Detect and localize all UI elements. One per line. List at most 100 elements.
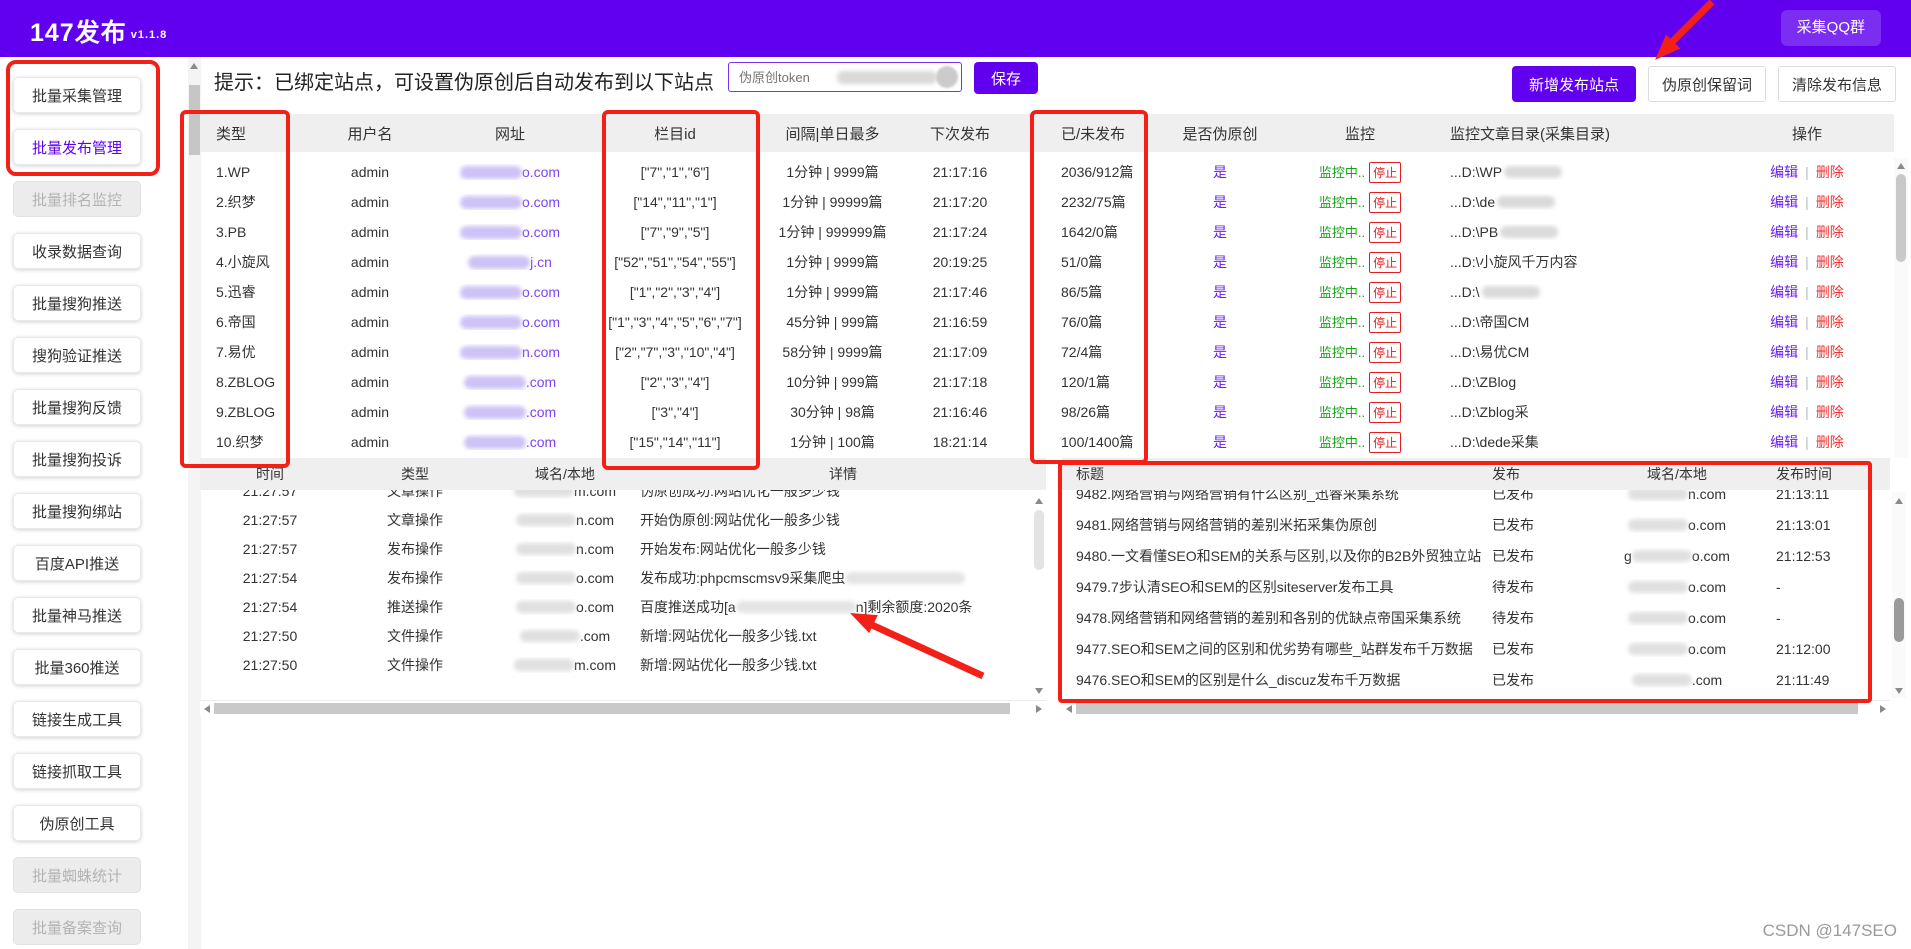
scroll-up-icon[interactable] xyxy=(1035,498,1043,504)
sidebar-item-0[interactable]: 批量采集管理 xyxy=(13,77,141,113)
site-pseudo-flag: 是 xyxy=(1213,434,1227,450)
scroll-up-icon[interactable] xyxy=(1895,498,1903,504)
redacted-url-blur xyxy=(459,226,522,239)
stop-button[interactable]: 停止 xyxy=(1369,251,1402,273)
log-row: 21:27:50 文件操作 m.com 新增:网站优化一般多少钱.txt xyxy=(200,650,1032,679)
edit-link[interactable]: 编辑 xyxy=(1770,254,1798,270)
article-panel-scrollbar[interactable] xyxy=(1892,492,1906,698)
scroll-down-icon[interactable] xyxy=(1035,688,1043,694)
edit-link[interactable]: 编辑 xyxy=(1770,224,1798,240)
log-panel-hscrollbar[interactable] xyxy=(200,700,1046,716)
delete-link[interactable]: 删除 xyxy=(1816,404,1844,420)
site-url: o.com xyxy=(430,224,590,240)
site-url-suffix[interactable]: o.com xyxy=(522,194,560,210)
site-url-suffix[interactable]: o.com xyxy=(522,164,560,180)
stop-button[interactable]: 停止 xyxy=(1369,341,1402,363)
log-detail: 开始伪原创:网站优化一般多少钱 xyxy=(640,510,1032,530)
stop-button[interactable]: 停止 xyxy=(1369,371,1402,393)
site-url-suffix[interactable]: n.com xyxy=(522,344,560,360)
sidebar-item-1[interactable]: 批量发布管理 xyxy=(13,129,141,165)
site-url-suffix[interactable]: o.com xyxy=(522,224,560,240)
sidebar-item-11[interactable]: 批量360推送 xyxy=(13,649,141,685)
site-type: 8.ZBLOG xyxy=(216,374,276,390)
article-title[interactable]: 9481.网络营销与网络营销的差别米拓采集伪原创 xyxy=(1062,515,1482,535)
stop-button[interactable]: 停止 xyxy=(1369,191,1402,213)
qq-group-button[interactable]: 采集QQ群 xyxy=(1780,10,1881,46)
article-title[interactable]: 9480.一文看懂SEO和SEM的关系与区别,以及你的B2B外贸独立站究竟... xyxy=(1062,546,1482,566)
delete-link[interactable]: 删除 xyxy=(1816,434,1844,450)
delete-link[interactable]: 删除 xyxy=(1816,344,1844,360)
sidebar-item-10[interactable]: 批量神马推送 xyxy=(13,597,141,633)
scroll-left-icon[interactable] xyxy=(1066,705,1072,713)
edit-link[interactable]: 编辑 xyxy=(1770,194,1798,210)
site-published-count: 2232/75篇 xyxy=(1061,194,1126,210)
scroll-up-icon[interactable] xyxy=(1897,163,1905,169)
edit-link[interactable]: 编辑 xyxy=(1770,284,1798,300)
article-title[interactable]: 9476.SEO和SEM的区别是什么_discuz发布千万数据 xyxy=(1062,670,1482,690)
delete-link[interactable]: 删除 xyxy=(1816,164,1844,180)
save-button[interactable]: 保存 xyxy=(974,62,1038,94)
site-monitor-cell: 监控中.. 停止 xyxy=(1300,311,1420,333)
article-panel-hscrollbar[interactable] xyxy=(1062,700,1890,716)
edit-link[interactable]: 编辑 xyxy=(1770,344,1798,360)
scrollbar-thumb[interactable] xyxy=(189,85,200,155)
sidebar-item-13[interactable]: 链接抓取工具 xyxy=(13,753,141,789)
clear-publish-info-button[interactable]: 清除发布信息 xyxy=(1778,66,1896,102)
delete-link[interactable]: 删除 xyxy=(1816,254,1844,270)
edit-link[interactable]: 编辑 xyxy=(1770,374,1798,390)
site-url-suffix[interactable]: o.com xyxy=(522,314,560,330)
sidebar-item-3[interactable]: 收录数据查询 xyxy=(13,233,141,269)
delete-link[interactable]: 删除 xyxy=(1816,224,1844,240)
article-title[interactable]: 9482.网络营销与网络营销有什么区别_迅睿采集系统 xyxy=(1062,490,1482,504)
sidebar-item-8[interactable]: 批量搜狗绑站 xyxy=(13,493,141,529)
stop-button[interactable]: 停止 xyxy=(1369,401,1402,423)
log-domain-suffix: m.com xyxy=(574,656,616,673)
site-url-suffix[interactable]: .com xyxy=(526,404,556,420)
stop-button[interactable]: 停止 xyxy=(1369,221,1402,243)
edit-link[interactable]: 编辑 xyxy=(1770,314,1798,330)
edit-link[interactable]: 编辑 xyxy=(1770,434,1798,450)
pseudo-original-reserved-words-button[interactable]: 伪原创保留词 xyxy=(1648,66,1766,102)
sidebar-item-7[interactable]: 批量搜狗投诉 xyxy=(13,441,141,477)
site-table-col-header: 监控 xyxy=(1344,125,1375,143)
article-title[interactable]: 9478.网络营销和网络营销的差别和各别的优缺点帝国采集系统 xyxy=(1062,608,1482,628)
site-url-suffix[interactable]: .com xyxy=(526,434,556,450)
site-table-scrollbar[interactable] xyxy=(1894,158,1908,458)
article-title[interactable]: 9477.SEO和SEM之间的区别和优劣势有哪些_站群发布千万数据 xyxy=(1062,639,1482,659)
edit-link[interactable]: 编辑 xyxy=(1770,164,1798,180)
delete-link[interactable]: 删除 xyxy=(1816,374,1844,390)
scrollbar-thumb[interactable] xyxy=(1076,703,1858,714)
sidebar-item-9[interactable]: 百度API推送 xyxy=(13,545,141,581)
site-url-suffix[interactable]: j.cn xyxy=(530,254,552,270)
site-url-suffix[interactable]: o.com xyxy=(522,284,560,300)
scrollbar-thumb[interactable] xyxy=(1896,174,1906,262)
redacted-detail-blur xyxy=(845,571,966,584)
stop-button[interactable]: 停止 xyxy=(1369,161,1402,183)
stop-button[interactable]: 停止 xyxy=(1369,431,1402,453)
add-publish-site-button[interactable]: 新增发布站点 xyxy=(1512,66,1636,102)
log-panel-scrollbar[interactable] xyxy=(1032,492,1046,698)
scroll-right-icon[interactable] xyxy=(1880,705,1886,713)
stop-button[interactable]: 停止 xyxy=(1369,281,1402,303)
scroll-right-icon[interactable] xyxy=(1036,705,1042,713)
sidebar-item-5[interactable]: 搜狗验证推送 xyxy=(13,337,141,373)
redacted-domain-blur xyxy=(515,600,576,613)
scrollbar-thumb[interactable] xyxy=(1034,510,1044,570)
delete-link[interactable]: 删除 xyxy=(1816,194,1844,210)
scroll-left-icon[interactable] xyxy=(204,705,210,713)
edit-link[interactable]: 编辑 xyxy=(1770,404,1798,420)
delete-link[interactable]: 删除 xyxy=(1816,314,1844,330)
delete-link[interactable]: 删除 xyxy=(1816,284,1844,300)
scrollbar-thumb[interactable] xyxy=(214,703,1010,714)
sidebar-item-6[interactable]: 批量搜狗反馈 xyxy=(13,389,141,425)
stop-button[interactable]: 停止 xyxy=(1369,311,1402,333)
site-url-suffix[interactable]: .com xyxy=(526,374,556,390)
sidebar-item-14[interactable]: 伪原创工具 xyxy=(13,805,141,841)
sidebar-item-4[interactable]: 批量搜狗推送 xyxy=(13,285,141,321)
log-domain: o.com xyxy=(490,570,640,586)
scrollbar-thumb[interactable] xyxy=(1894,598,1904,642)
scroll-down-icon[interactable] xyxy=(1895,688,1903,694)
article-title[interactable]: 9479.7步认清SEO和SEM的区别siteserver发布工具 xyxy=(1062,577,1482,597)
sidebar-item-12[interactable]: 链接生成工具 xyxy=(13,701,141,737)
scroll-up-icon[interactable] xyxy=(190,63,198,69)
